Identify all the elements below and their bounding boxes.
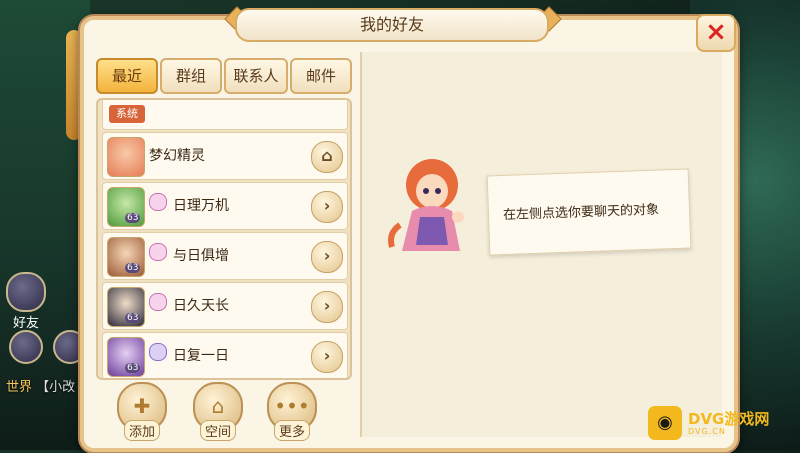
friend-row[interactable]: 63 与日俱增 › xyxy=(102,232,348,280)
friend-name: 日久天长 xyxy=(173,298,229,314)
avatar xyxy=(107,137,145,177)
hint-speech-bubble: 在左侧点选你要聊天的对象 xyxy=(486,168,692,256)
tab-recent[interactable]: 最近 xyxy=(96,58,158,94)
close-button[interactable]: × xyxy=(696,14,736,52)
level-badge: 63 xyxy=(125,363,141,373)
friend-name: 日理万机 xyxy=(173,198,229,214)
space-button[interactable]: ⌂ 空间 xyxy=(192,382,244,453)
space-label: 空间 xyxy=(199,420,236,441)
watermark-text-block: DVG游戏网 DVG.CN xyxy=(688,411,769,436)
school-icon xyxy=(149,343,167,361)
school-icon xyxy=(149,243,167,261)
system-message-row[interactable]: 系统 xyxy=(102,100,348,130)
add-friend-button[interactable]: ✚ 添加 xyxy=(116,382,168,453)
window-title: 我的好友 xyxy=(235,8,549,42)
watermark-brand: DVG游戏网 xyxy=(688,409,770,428)
chevron-right-icon[interactable]: › xyxy=(311,241,343,273)
world-chat-text: 【小改 xyxy=(36,380,76,395)
gamepad-icon: ◉ xyxy=(648,406,682,440)
world-chat-channel: 世界 xyxy=(6,380,33,395)
school-icon xyxy=(149,193,167,211)
school-icon xyxy=(149,293,167,311)
level-badge: 63 xyxy=(125,263,141,273)
watermark-sub: DVG.CN xyxy=(688,426,726,436)
level-badge: 63 xyxy=(125,213,141,223)
friend-name: 梦幻精灵 xyxy=(149,148,205,164)
add-friend-label: 添加 xyxy=(123,420,160,441)
friends-left-column: 最近 群组 联系人 邮件 系统 梦幻精灵 ⌂ 63 日理万机 › 63 与日俱增… xyxy=(96,52,352,437)
friend-name: 与日俱增 xyxy=(173,248,229,264)
site-watermark: ◉ DVG游戏网 DVG.CN xyxy=(648,404,796,442)
home-icon[interactable]: ⌂ xyxy=(311,141,343,173)
friend-row[interactable]: 梦幻精灵 ⌂ xyxy=(102,132,348,180)
tab-contacts[interactable]: 联系人 xyxy=(224,58,288,94)
chevron-right-icon[interactable]: › xyxy=(311,291,343,323)
chat-hint-text: 在左侧点选你要聊天的对象 xyxy=(502,202,660,223)
friend-name: 日复一日 xyxy=(173,348,229,364)
friends-icon xyxy=(6,272,46,312)
chevron-right-icon[interactable]: › xyxy=(311,341,343,373)
chat-bubble-button[interactable] xyxy=(8,330,44,364)
close-icon: × xyxy=(705,17,727,47)
more-button[interactable]: ••• 更多 xyxy=(266,382,318,453)
friends-side-button[interactable]: 好友 xyxy=(4,272,48,331)
chevron-right-icon[interactable]: › xyxy=(311,191,343,223)
friend-list[interactable]: 系统 梦幻精灵 ⌂ 63 日理万机 › 63 与日俱增 › 63 日久天长 › xyxy=(96,98,352,380)
system-badge: 系统 xyxy=(109,105,145,123)
friends-side-label: 好友 xyxy=(12,316,39,331)
friend-row[interactable]: 63 日复一日 › xyxy=(102,332,348,378)
tab-mail[interactable]: 邮件 xyxy=(290,58,352,94)
tab-groups[interactable]: 群组 xyxy=(160,58,222,94)
world-chat-line: 世界 【小改 xyxy=(6,376,75,395)
chat-bubble-icon xyxy=(9,330,43,364)
level-badge: 63 xyxy=(125,313,141,323)
friend-row[interactable]: 63 日理万机 › xyxy=(102,182,348,230)
tab-bar: 最近 群组 联系人 邮件 xyxy=(96,58,366,94)
more-label: 更多 xyxy=(273,420,310,441)
fairy-character-illustration xyxy=(388,159,464,251)
friend-row[interactable]: 63 日久天长 › xyxy=(102,282,348,330)
